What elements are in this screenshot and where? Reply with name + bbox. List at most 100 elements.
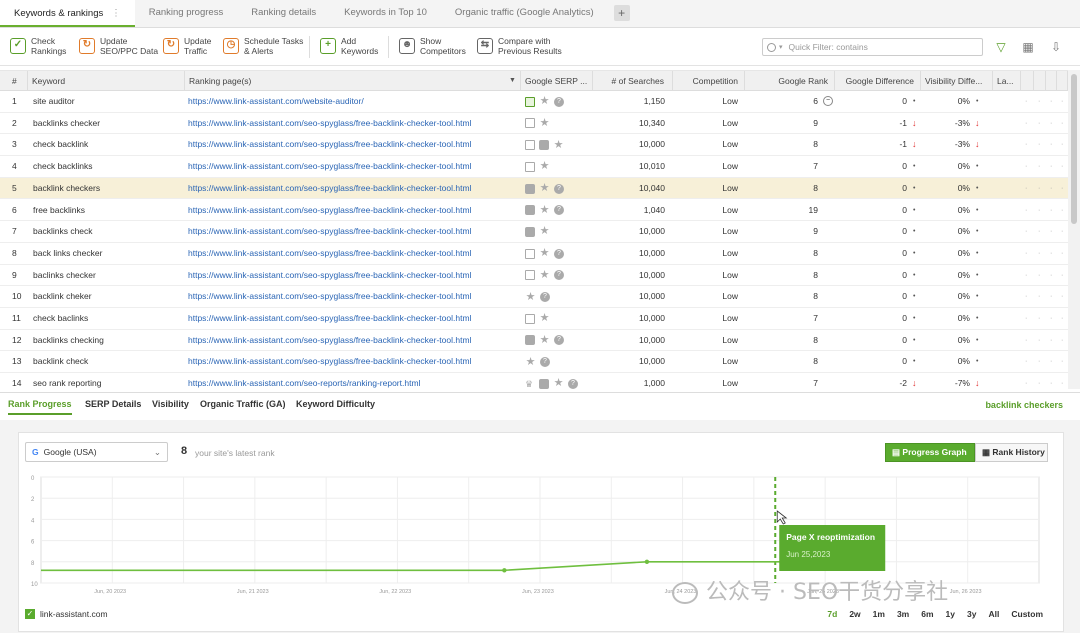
- rank-detail-icon[interactable]: −: [823, 96, 833, 106]
- empty-cell-dot: ·: [1061, 206, 1064, 214]
- range-6m[interactable]: 6m: [921, 609, 933, 619]
- add-keywords-button[interactable]: + Add Keywords: [320, 36, 378, 56]
- x-tick-label: Jun, 20 2023: [94, 589, 126, 595]
- column-header[interactable]: Google Difference: [835, 71, 921, 91]
- column-header[interactable]: # of Searches: [593, 71, 673, 91]
- checkbox-icon[interactable]: ✓: [25, 609, 35, 619]
- tab-menu-icon[interactable]: ⋮: [111, 8, 121, 19]
- tab-visibility[interactable]: Visibility: [152, 399, 189, 409]
- table-row[interactable]: 8 back links checker https://www.link-assi…: [0, 243, 1068, 265]
- table-row[interactable]: 2 backlinks checker https://www.link-assis…: [0, 113, 1068, 135]
- update-seo-ppc-button[interactable]: ↻ Update SEO/PPC Data: [79, 36, 158, 56]
- chart-legend[interactable]: ✓ link-assistant.com: [25, 609, 108, 619]
- tab-keywords-top10[interactable]: Keywords in Top 10: [330, 0, 441, 27]
- ranking-page-link[interactable]: https://www.link-assistant.com/seo-spygl…: [188, 286, 518, 307]
- ranking-page-link[interactable]: https://www.link-assistant.com/seo-spygl…: [188, 330, 518, 351]
- filter-icon[interactable]: ▽: [994, 40, 1008, 54]
- compare-results-button[interactable]: ⇆ Compare with Previous Results: [477, 36, 562, 56]
- ranking-page-link[interactable]: https://www.link-assistant.com/seo-spygl…: [188, 243, 518, 264]
- sort-dropdown-icon[interactable]: ▼: [509, 71, 516, 91]
- button-label: Update: [100, 36, 128, 46]
- empty-cell-dot: ·: [1038, 141, 1041, 149]
- range-3y[interactable]: 3y: [967, 609, 976, 619]
- schedule-tasks-button[interactable]: ◷ Schedule Tasks & Alerts: [223, 36, 303, 56]
- table-row[interactable]: 9 baclinks checker https://www.link-assist…: [0, 265, 1068, 287]
- empty-cell-dot: ·: [1025, 380, 1028, 388]
- table-row[interactable]: 7 backlinks check https://www.link-assista…: [0, 221, 1068, 243]
- show-competitors-button[interactable]: ☻ Show Competitors: [399, 36, 466, 56]
- ranking-page-link[interactable]: https://www.link-assistant.com/seo-spygl…: [188, 221, 518, 242]
- empty-cell-dot: ·: [1050, 249, 1053, 257]
- ranking-page-link[interactable]: https://www.link-assistant.com/seo-spygl…: [188, 308, 518, 329]
- range-1y[interactable]: 1y: [946, 609, 955, 619]
- progress-graph-button[interactable]: ▤ Progress Graph: [885, 443, 975, 462]
- table-row[interactable]: 12 backlinks checking https://www.link-ass…: [0, 330, 1068, 352]
- scrollbar-thumb[interactable]: [1071, 74, 1077, 224]
- rank-history-button[interactable]: ▦ Rank History: [975, 443, 1048, 462]
- empty-cell-dot: ·: [1025, 141, 1028, 149]
- table-row[interactable]: 6 free backlinks https://www.link-assistan…: [0, 200, 1068, 222]
- table-row[interactable]: 1 site auditor https://www.link-assistant.…: [0, 91, 1068, 113]
- video-icon: [539, 378, 549, 389]
- range-all[interactable]: All: [988, 609, 999, 619]
- ranking-page-link[interactable]: https://www.link-assistant.com/seo-spygl…: [188, 351, 518, 372]
- tab-serp-details[interactable]: SERP Details: [85, 399, 141, 409]
- ranking-page-link[interactable]: https://www.link-assistant.com/seo-spygl…: [188, 113, 518, 134]
- ranking-page-link[interactable]: https://www.link-assistant.com/seo-spygl…: [188, 265, 518, 286]
- column-header[interactable]: Visibility Diffe...: [921, 71, 993, 91]
- row-number: 3: [12, 139, 17, 150]
- table-row[interactable]: 5 backlink checkers https://www.link-assis…: [0, 177, 1068, 200]
- ranking-page-link[interactable]: https://www.link-assistant.com/seo-spygl…: [188, 178, 518, 199]
- tab-keyword-difficulty[interactable]: Keyword Difficulty: [296, 399, 375, 409]
- range-1m[interactable]: 1m: [873, 609, 885, 619]
- visibility-diff-cell: 0%: [957, 204, 970, 215]
- update-traffic-button[interactable]: ↻ Update Traffic: [163, 36, 211, 56]
- tab-organic-traffic[interactable]: Organic traffic (Google Analytics): [441, 0, 608, 27]
- column-header[interactable]: Keyword: [28, 71, 185, 91]
- row-number: 5: [12, 182, 17, 193]
- ranking-page-link[interactable]: https://www.link-assistant.com/seo-spygl…: [188, 156, 518, 177]
- button-label: Rankings: [31, 46, 67, 56]
- search-engine-select[interactable]: G Google (USA) ⌄: [25, 442, 168, 462]
- table-row[interactable]: 13 backlink check https://www.link-assista…: [0, 351, 1068, 374]
- serp-features-cell: ★?: [525, 200, 591, 221]
- add-tab-icon[interactable]: +: [613, 5, 630, 21]
- table-row[interactable]: 10 backlink cheker https://www.link-assist…: [0, 286, 1068, 308]
- ranking-page-link[interactable]: https://www.link-assistant.com/seo-spygl…: [188, 134, 518, 155]
- range-3m[interactable]: 3m: [897, 609, 909, 619]
- table-row[interactable]: 4 check backlinks https://www.link-assista…: [0, 156, 1068, 178]
- table-scrollbar[interactable]: [1068, 70, 1080, 389]
- tab-organic-traffic-ga[interactable]: Organic Traffic (GA): [200, 399, 286, 409]
- empty-cell-dot: ·: [1061, 358, 1064, 366]
- tab-keywords-rankings[interactable]: Keywords & rankings ⋮: [0, 0, 135, 27]
- column-header[interactable]: Google SERP ...: [521, 71, 593, 91]
- export-icon[interactable]: ⇩: [1049, 40, 1063, 54]
- button-label: Rank History: [992, 447, 1045, 457]
- column-header[interactable]: Google Rank: [745, 71, 835, 91]
- ranking-page-link[interactable]: https://www.link-assistant.com/website-a…: [188, 91, 518, 112]
- column-header[interactable]: La...: [993, 71, 1021, 91]
- grid-view-icon[interactable]: ▦: [1021, 40, 1035, 54]
- empty-cell-dot: ·: [1025, 293, 1028, 301]
- table-row[interactable]: 11 check baclinks https://www.link-assista…: [0, 308, 1068, 330]
- range-7d[interactable]: 7d: [827, 609, 837, 619]
- arrow-down-icon: ↓: [912, 117, 917, 128]
- ranking-page-link[interactable]: https://www.link-assistant.com/seo-spygl…: [188, 200, 518, 221]
- tab-rank-progress[interactable]: Rank Progress: [8, 399, 72, 415]
- google-difference-cell: 0: [902, 182, 907, 193]
- column-header[interactable]: Competition: [673, 71, 745, 91]
- chevron-down-icon[interactable]: ▾: [779, 43, 783, 51]
- column-header[interactable]: #: [0, 71, 28, 91]
- range-custom[interactable]: Custom: [1011, 609, 1043, 619]
- range-2w[interactable]: 2w: [849, 609, 860, 619]
- table-row[interactable]: 3 check backlink https://www.link-assistan…: [0, 134, 1068, 157]
- tab-ranking-details[interactable]: Ranking details: [237, 0, 330, 27]
- check-rankings-button[interactable]: ✓ Check Rankings: [10, 36, 66, 56]
- quick-filter-input[interactable]: ▾ Quick Filter: contains: [762, 38, 983, 56]
- button-label: Add: [341, 36, 357, 46]
- column-header[interactable]: Ranking page(s): [185, 71, 521, 91]
- tab-ranking-progress[interactable]: Ranking progress: [135, 0, 237, 27]
- ranking-page-link[interactable]: https://www.link-assistant.com/seo-repor…: [188, 373, 518, 389]
- google-rank-cell: 8: [813, 269, 818, 280]
- table-row[interactable]: 14 seo rank reporting https://www.link-ass…: [0, 373, 1068, 389]
